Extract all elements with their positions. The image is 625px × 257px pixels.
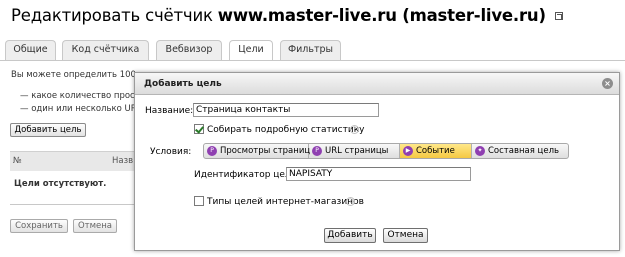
event-icon: ▶ [403, 146, 413, 156]
intro-text: Вы можете определить 100 ц [11, 70, 144, 80]
detailed-stats-checkbox[interactable] [194, 124, 204, 134]
external-link-icon[interactable] [554, 12, 563, 20]
goal-name-label: Название: [145, 106, 194, 116]
tab-bar: Общие Код счётчика Вебвизор Цели Фильтры [0, 40, 625, 61]
composite-icon: ✦ [475, 146, 485, 156]
ecommerce-goals-checkbox[interactable] [194, 196, 204, 206]
goal-type-selector: P Просмотры страниц P URL страницы ▶ Соб… [203, 143, 569, 159]
add-goal-button[interactable]: Добавить цель [10, 123, 86, 137]
tab-general[interactable]: Общие [5, 40, 56, 60]
page-title-site: www.master-live.ru (master-live.ru) [217, 6, 546, 25]
goal-type-composite[interactable]: ✦ Составная цель [472, 144, 568, 158]
goal-name-input[interactable]: Страница контакты [193, 103, 379, 117]
conditions-label: Условия: [150, 147, 192, 157]
table-col-number: № [13, 156, 22, 166]
goal-type-pageviews[interactable]: P Просмотры страниц [204, 144, 310, 158]
tabs-divider [0, 60, 625, 61]
tab-filters[interactable]: Фильтры [280, 40, 341, 60]
divider [10, 204, 134, 205]
pageviews-icon: P [207, 146, 217, 156]
tab-counter-code[interactable]: Код счётчика [62, 40, 149, 60]
goal-id-label: Идентификатор цели: [194, 170, 300, 180]
dialog-header: Добавить цель × [135, 73, 619, 95]
close-icon[interactable]: × [602, 78, 613, 89]
intro-item-2: — один или несколько URL [20, 104, 142, 114]
dialog-cancel-button[interactable]: Отмена [383, 228, 428, 243]
cancel-button[interactable]: Отмена [73, 219, 117, 233]
page-title-prefix: Редактировать счётчик [11, 6, 213, 25]
add-goal-dialog: Добавить цель × Название: Страница конта… [134, 72, 620, 251]
goal-id-input[interactable]: NAPISATY [286, 167, 471, 181]
url-icon: P [312, 146, 322, 156]
empty-goals-text: Цели отсутствуют. [14, 179, 107, 189]
tab-webvisor[interactable]: Вебвизор [156, 40, 222, 60]
save-button[interactable]: Сохранить [10, 219, 68, 233]
help-icon[interactable]: ? [346, 197, 355, 206]
ecommerce-goals-label: Типы целей интернет-магазинов [207, 197, 364, 207]
add-button[interactable]: Добавить [324, 228, 376, 243]
detailed-stats-label: Собирать подробную статистику [207, 125, 365, 135]
intro-item-1: — какое количество просм [20, 91, 142, 101]
help-icon[interactable]: ? [350, 125, 359, 134]
dialog-title: Добавить цель [144, 79, 222, 89]
page-title: Редактировать счётчик www.master-live.ru… [11, 6, 563, 25]
goal-type-url[interactable]: P URL страницы [309, 144, 400, 158]
table-col-name: Назв [112, 156, 134, 166]
tab-goals[interactable]: Цели [229, 40, 273, 61]
goal-type-event[interactable]: ▶ Событие [400, 144, 472, 158]
